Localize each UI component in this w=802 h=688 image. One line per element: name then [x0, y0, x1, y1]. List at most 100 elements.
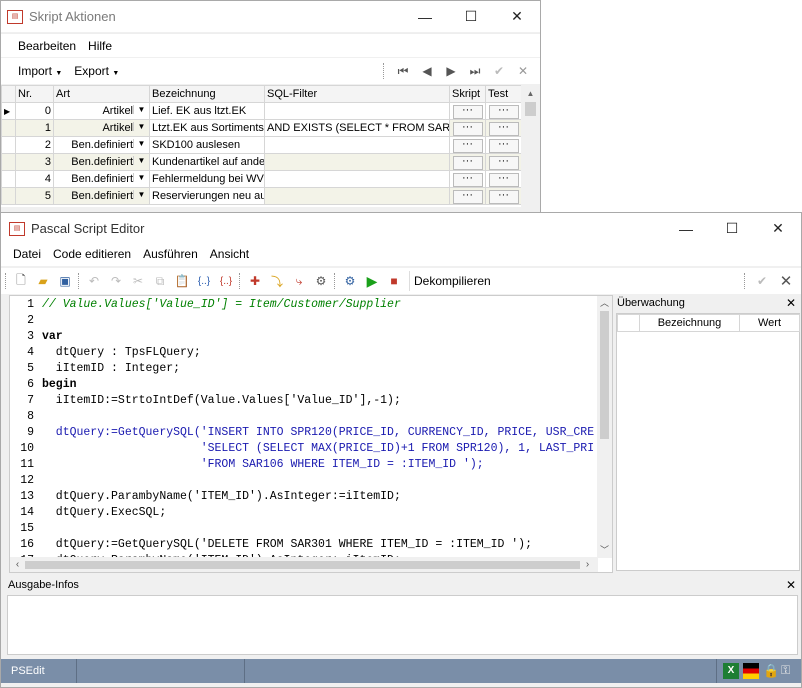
last-record-icon[interactable]: ⏭ — [466, 62, 484, 80]
table-row[interactable]: 1 ▼ Artikel Ltzt.EK aus Sortimentsa AND E… — [1, 119, 521, 137]
grid-scrollbar[interactable]: ▲ — [522, 85, 539, 207]
run-icon[interactable]: ▶ — [363, 272, 381, 290]
open-folder-icon[interactable]: ▰ — [34, 272, 52, 290]
output-text-area[interactable] — [7, 595, 798, 655]
copy-icon[interactable]: ⧉ — [151, 272, 169, 290]
scroll-thumb[interactable] — [600, 311, 609, 439]
table-row[interactable]: ▶ 0 ▼ Artikel Lief. EK aus ltzt.EK ··· ··… — [1, 102, 521, 120]
key-icon[interactable]: ⚿ — [781, 663, 795, 679]
close-icon[interactable]: ✕ — [786, 296, 796, 310]
cut-icon[interactable]: ✂ — [129, 272, 147, 290]
compile-icon[interactable]: ⚙ — [341, 272, 359, 290]
cell-sql-filter[interactable]: AND EXISTS (SELECT * FROM SAR108 — [264, 119, 450, 137]
dropdown-icon[interactable]: ▼ — [133, 156, 149, 165]
cell-art[interactable]: ▼ Artikel — [53, 119, 150, 137]
col-header-test[interactable]: Test — [485, 85, 521, 103]
save-icon[interactable]: ▣ — [56, 272, 74, 290]
step-over-icon[interactable]: ⤷ — [290, 272, 308, 290]
comment-icon[interactable]: {..} — [195, 272, 213, 290]
vertical-scrollbar[interactable]: ︿ ﹀ — [597, 296, 612, 558]
new-file-icon[interactable]: 🗋 — [12, 272, 30, 290]
excel-icon[interactable]: X — [723, 663, 739, 679]
skript-edit-button[interactable]: ··· — [452, 172, 483, 187]
cell-art[interactable]: ▼ Ben.definiert — [53, 153, 150, 171]
menu-ansicht[interactable]: Ansicht — [210, 247, 249, 261]
scroll-up-icon[interactable]: ︿ — [597, 296, 612, 311]
prior-record-icon[interactable]: ◀ — [418, 62, 436, 80]
col-header-skript[interactable]: Skript — [449, 85, 486, 103]
dropdown-icon[interactable]: ▼ — [133, 122, 149, 131]
col-header-sql-filter[interactable]: SQL-Filter — [264, 85, 450, 103]
scroll-down-icon[interactable]: ﹀ — [597, 543, 612, 558]
col-header-bezeichnung[interactable]: Bezeichnung — [639, 314, 740, 332]
close-button[interactable]: ✕ — [755, 213, 801, 244]
redo-icon[interactable]: ↷ — [107, 272, 125, 290]
menu-ausfuehren[interactable]: Ausführen — [143, 247, 198, 261]
menu-code-editieren[interactable]: Code editieren — [53, 247, 131, 261]
test-button[interactable]: ··· — [488, 104, 519, 119]
undo-icon[interactable]: ↶ — [85, 272, 103, 290]
title-bar[interactable]: ▤ Skript Aktionen — ☐ ✕ — [1, 1, 540, 32]
skript-edit-button[interactable]: ··· — [452, 155, 483, 170]
cell-bezeichnung[interactable]: Fehlermeldung bei WV a — [149, 170, 265, 188]
table-row[interactable]: 3 ▼ Ben.definiert Kundenartikel auf ande … — [1, 153, 521, 171]
decompile-button[interactable]: Dekompilieren — [409, 271, 491, 291]
skript-edit-button[interactable]: ··· — [452, 121, 483, 136]
cell-art[interactable]: ▼ Artikel — [53, 102, 150, 120]
add-watch-icon[interactable]: ✚ — [246, 272, 264, 290]
horizontal-scrollbar[interactable]: ‹ › — [10, 557, 598, 572]
cell-bezeichnung[interactable]: Ltzt.EK aus Sortimentsa — [149, 119, 265, 137]
minimize-button[interactable]: — — [402, 1, 448, 32]
uncomment-icon[interactable]: {..} — [217, 272, 235, 290]
code-editor[interactable]: 1 // Value.Values['Value_ID'] = Item/Cust… — [9, 295, 613, 573]
first-record-icon[interactable]: ⏮ — [394, 62, 412, 80]
breakpoint-icon[interactable]: ⚙ — [312, 272, 330, 290]
maximize-button[interactable]: ☐ — [709, 213, 755, 244]
cell-art[interactable]: ▼ Ben.definiert — [53, 170, 150, 188]
post-icon[interactable]: ✔ — [490, 62, 508, 80]
menu-hilfe[interactable]: Hilfe — [88, 39, 112, 53]
cell-art[interactable]: ▼ Ben.definiert — [53, 187, 150, 205]
table-row[interactable]: 4 ▼ Ben.definiert Fehlermeldung bei WV a … — [1, 170, 521, 188]
lock-icon[interactable]: 🔒 — [763, 663, 779, 679]
col-header-art[interactable]: Art — [53, 85, 150, 103]
step-into-icon[interactable]: ⤵ — [268, 272, 286, 290]
close-icon[interactable]: ✕ — [777, 272, 795, 290]
dropdown-icon[interactable]: ▼ — [133, 105, 149, 114]
paste-icon[interactable]: 📋 — [173, 272, 191, 290]
cell-sql-filter[interactable] — [264, 187, 450, 205]
skript-edit-button[interactable]: ··· — [452, 104, 483, 119]
test-button[interactable]: ··· — [488, 172, 519, 187]
dropdown-icon[interactable]: ▼ — [133, 139, 149, 148]
export-menu[interactable]: Export ▼ — [74, 64, 119, 78]
cancel-icon[interactable]: ✕ — [514, 62, 532, 80]
scroll-thumb[interactable] — [25, 560, 580, 569]
close-button[interactable]: ✕ — [494, 1, 540, 32]
check-icon[interactable]: ✔ — [753, 272, 771, 290]
scroll-right-icon[interactable]: › — [580, 559, 595, 570]
menu-datei[interactable]: Datei — [13, 247, 41, 261]
stop-icon[interactable]: ■ — [385, 272, 403, 290]
scroll-left-icon[interactable]: ‹ — [10, 559, 25, 570]
test-button[interactable]: ··· — [488, 121, 519, 136]
dropdown-icon[interactable]: ▼ — [133, 190, 149, 199]
import-menu[interactable]: Import ▼ — [18, 64, 62, 78]
cell-bezeichnung[interactable]: Lief. EK aus ltzt.EK — [149, 102, 265, 120]
skript-edit-button[interactable]: ··· — [452, 138, 483, 153]
cell-bezeichnung[interactable]: Reservierungen neu au — [149, 187, 265, 205]
cell-sql-filter[interactable] — [264, 170, 450, 188]
table-row[interactable]: 5 ▼ Ben.definiert Reservierungen neu au ·… — [1, 187, 521, 205]
cell-sql-filter[interactable] — [264, 102, 450, 120]
dropdown-icon[interactable]: ▼ — [133, 173, 149, 182]
test-button[interactable]: ··· — [488, 155, 519, 170]
col-header-nr[interactable]: Nr. — [15, 85, 54, 103]
minimize-button[interactable]: — — [663, 213, 709, 244]
close-icon[interactable]: ✕ — [786, 578, 796, 592]
col-header-wert[interactable]: Wert — [739, 314, 800, 332]
next-record-icon[interactable]: ▶ — [442, 62, 460, 80]
skript-edit-button[interactable]: ··· — [452, 189, 483, 204]
col-header-bezeichnung[interactable]: Bezeichnung — [149, 85, 265, 103]
cell-sql-filter[interactable] — [264, 153, 450, 171]
cell-art[interactable]: ▼ Ben.definiert — [53, 136, 150, 154]
maximize-button[interactable]: ☐ — [448, 1, 494, 32]
